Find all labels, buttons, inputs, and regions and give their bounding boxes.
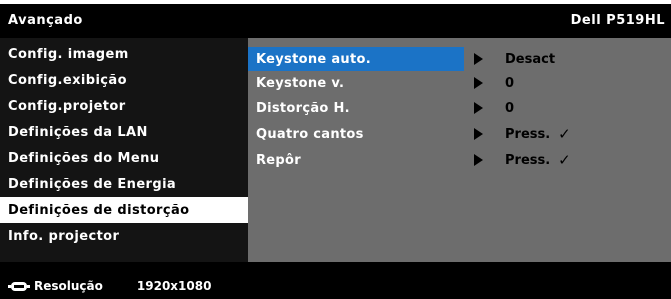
setting-label: Distorção H. — [256, 100, 350, 116]
projector-model: Dell P519HL — [570, 12, 665, 28]
menu-item-distortion-settings[interactable]: Definições de distorção — [0, 197, 248, 223]
menu-item-projector-settings[interactable]: Config.projetor — [0, 93, 248, 119]
setting-label: Repôr — [256, 152, 301, 168]
menu-item-projector-info[interactable]: Info. projector — [0, 223, 248, 249]
value-text: Press. — [505, 152, 551, 168]
title-bar: Avançado Dell P519HL — [0, 4, 671, 36]
setting-label: Keystone auto. — [248, 47, 464, 71]
setting-row-vertical-keystone[interactable]: Keystone v. 0 — [248, 71, 671, 95]
value-text: Press. — [505, 126, 551, 142]
value-text: Desact — [505, 51, 556, 67]
menu-item-image-settings[interactable]: Config. imagem — [0, 41, 248, 67]
setting-value: Press. ✓ — [505, 122, 571, 146]
menu-item-display-settings[interactable]: Config.exibição — [0, 67, 248, 93]
arrow-right-icon — [474, 77, 483, 89]
setting-value: 0 — [505, 96, 514, 120]
arrow-right-icon — [474, 154, 483, 166]
menu-item-label: Definições de distorção — [8, 202, 190, 218]
setting-value: 0 — [505, 71, 514, 95]
input-source-icon — [8, 281, 30, 291]
menu-title: Avançado — [8, 12, 83, 28]
menu-item-power-settings[interactable]: Definições de Energia — [0, 171, 248, 197]
setting-row-four-corners[interactable]: Quatro cantos Press. ✓ — [248, 122, 671, 146]
projector-osd: Avançado Dell P519HL Config. imagem Conf… — [0, 4, 671, 299]
main-menu: Config. imagem Config.exibição Config.pr… — [0, 38, 248, 262]
settings-panel: Keystone auto. Desact Keystone v. 0 Dist… — [248, 38, 671, 262]
menu-item-label: Definições da LAN — [8, 124, 148, 140]
menu-item-label: Info. projector — [8, 228, 120, 244]
checkmark-icon: ✓ — [558, 151, 571, 169]
menu-item-lan-settings[interactable]: Definições da LAN — [0, 119, 248, 145]
setting-label: Keystone v. — [256, 75, 345, 91]
status-bar: Resolução 1920x1080 — [0, 273, 671, 299]
setting-value: Desact — [505, 47, 555, 71]
value-text: 0 — [505, 75, 515, 91]
resolution-label: Resolução — [34, 279, 103, 293]
menu-item-label: Definições de Energia — [8, 176, 177, 192]
menu-item-menu-settings[interactable]: Definições do Menu — [0, 145, 248, 171]
setting-row-reset[interactable]: Repôr Press. ✓ — [248, 148, 671, 172]
checkmark-icon: ✓ — [558, 125, 571, 143]
setting-label: Quatro cantos — [256, 126, 364, 142]
menu-item-label: Definições do Menu — [8, 150, 160, 166]
menu-item-label: Config. imagem — [8, 46, 129, 62]
arrow-right-icon — [474, 102, 483, 114]
menu-item-label: Config.exibição — [8, 72, 127, 88]
setting-row-horizontal-distortion[interactable]: Distorção H. 0 — [248, 96, 671, 120]
setting-row-auto-keystone[interactable]: Keystone auto. Desact — [248, 47, 671, 71]
arrow-right-icon — [474, 128, 483, 140]
resolution-value: 1920x1080 — [136, 279, 212, 293]
menu-item-label: Config.projetor — [8, 98, 126, 114]
value-text: 0 — [505, 100, 515, 116]
arrow-right-icon — [474, 53, 483, 65]
setting-value: Press. ✓ — [505, 148, 571, 172]
